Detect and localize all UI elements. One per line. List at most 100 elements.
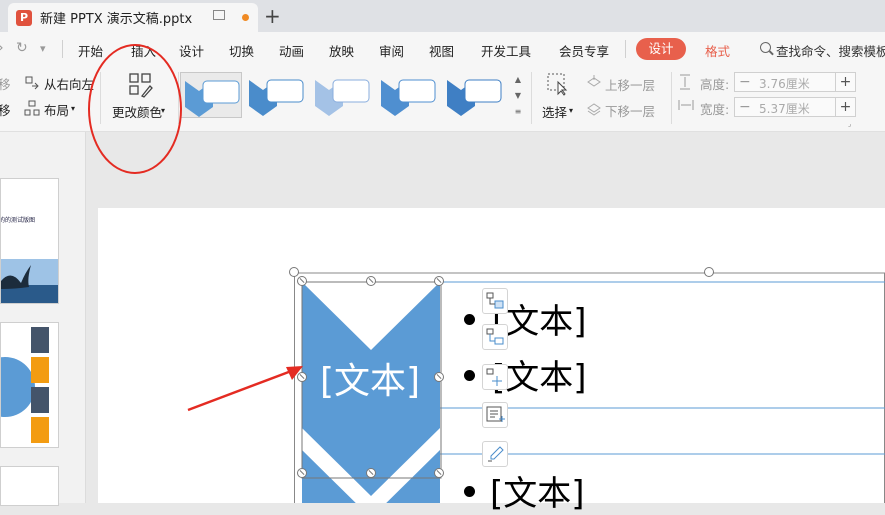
resize-handle[interactable] xyxy=(366,276,376,286)
brush-icon xyxy=(488,446,504,462)
menu-divider xyxy=(62,40,63,58)
move-icon xyxy=(486,368,502,386)
right-to-left-button[interactable]: 从右向左 xyxy=(44,74,94,93)
annotation-arrow-icon xyxy=(187,366,303,412)
annotation-circle xyxy=(88,44,182,174)
text-pane-icon xyxy=(486,406,505,422)
chevron-style-thumbnail xyxy=(185,80,240,117)
smartart-design-tab[interactable]: 设计 xyxy=(636,38,686,60)
style-gallery-item[interactable] xyxy=(377,72,439,118)
slide-thumbnail[interactable]: 的的测试版图 xyxy=(0,178,59,304)
resize-handle[interactable] xyxy=(434,468,444,478)
height-field[interactable]: − 3.76厘米 + xyxy=(734,72,856,92)
redo-icon[interactable]: ↻ xyxy=(16,40,28,56)
width-field[interactable]: − 5.37厘米 + xyxy=(734,97,856,117)
resize-handle[interactable] xyxy=(434,276,444,286)
layout-button[interactable]: 布局 xyxy=(44,100,69,119)
window-mode-icon[interactable] xyxy=(213,10,225,20)
add-shape-icon xyxy=(486,292,504,309)
dialog-launcher-icon[interactable]: ⌟ xyxy=(848,120,851,128)
gallery-scroll[interactable]: ▲ ▼ ≡ xyxy=(512,72,524,120)
menu-developer[interactable]: 开发工具 xyxy=(481,41,531,60)
unsaved-dot-icon xyxy=(242,14,249,21)
bullet-icon xyxy=(464,486,475,497)
promote-icon xyxy=(486,328,504,345)
dropdown-arrow-icon[interactable]: › xyxy=(0,40,4,56)
width-icon xyxy=(678,100,694,110)
style-gallery-item[interactable] xyxy=(311,72,373,118)
chevron-style-thumbnail xyxy=(381,79,436,116)
whale-image xyxy=(1,259,58,303)
bullet-icon xyxy=(464,370,475,381)
bullet-icon xyxy=(464,314,475,325)
wps-presentation-icon: P xyxy=(16,9,32,26)
layout-icon xyxy=(24,100,40,116)
menu-view[interactable]: 视图 xyxy=(429,41,454,60)
height-minus-button[interactable]: − xyxy=(739,73,751,91)
menu-home[interactable]: 开始 xyxy=(78,41,103,60)
menu-design[interactable]: 设计 xyxy=(179,41,204,60)
resize-handle[interactable] xyxy=(366,468,376,478)
width-minus-button[interactable]: − xyxy=(739,98,751,116)
bring-forward-button[interactable]: 上移一层 xyxy=(605,75,655,94)
menu-transition[interactable]: 切换 xyxy=(229,41,254,60)
menu-slideshow[interactable]: 放映 xyxy=(329,41,354,60)
select-button[interactable]: 选择 xyxy=(542,102,567,121)
promote-button[interactable] xyxy=(482,324,508,350)
width-label: 宽度: xyxy=(700,102,730,117)
slide-thumbnail[interactable] xyxy=(0,466,59,506)
ribbon-divider xyxy=(531,72,532,124)
resize-handle[interactable] xyxy=(297,276,307,286)
height-plus-button[interactable]: + xyxy=(835,72,855,92)
layout-change-button[interactable] xyxy=(482,364,508,390)
menu-animation[interactable]: 动画 xyxy=(279,41,304,60)
gallery-more-icon[interactable]: ≡ xyxy=(512,104,524,120)
quick-access-chevron-icon[interactable]: ▾ xyxy=(40,42,46,55)
resize-handle[interactable] xyxy=(704,267,714,277)
add-shape-button[interactable] xyxy=(482,288,508,314)
command-search[interactable]: 查找命令、搜索模板 xyxy=(776,41,885,60)
height-value[interactable]: 3.76厘米 xyxy=(759,75,810,92)
send-backward-icon xyxy=(587,103,601,116)
menu-divider xyxy=(625,40,626,58)
bullet-text-3[interactable]: [文本] xyxy=(490,466,585,515)
width-plus-button[interactable]: + xyxy=(835,97,855,117)
layout-dropdown-icon[interactable]: ▾ xyxy=(71,104,75,113)
select-icon xyxy=(547,73,568,96)
partial-button-bottom[interactable]: 移 xyxy=(0,100,11,119)
chevron-style-thumbnail xyxy=(447,79,502,116)
style-gallery-item[interactable] xyxy=(443,72,505,118)
gallery-down-icon[interactable]: ▼ xyxy=(512,88,524,104)
shapes-slide-preview xyxy=(1,327,49,443)
thumbnail-caption: 的的测试版图 xyxy=(0,217,36,224)
text-pane-button[interactable] xyxy=(482,402,508,428)
smartart-format-tab[interactable]: 格式 xyxy=(705,41,730,60)
width-value[interactable]: 5.37厘米 xyxy=(759,100,810,117)
style-brush-button[interactable] xyxy=(482,441,508,467)
right-to-left-icon xyxy=(25,76,39,90)
slide-thumbnail-panel: 的的测试版图 xyxy=(0,132,86,506)
menu-member[interactable]: 会员专享 xyxy=(559,41,609,60)
send-backward-button[interactable]: 下移一层 xyxy=(605,101,655,120)
slide-thumbnail[interactable] xyxy=(0,322,59,448)
resize-handle[interactable] xyxy=(289,267,299,277)
style-gallery-item[interactable] xyxy=(180,72,242,118)
partial-button-top[interactable]: 移 xyxy=(0,74,11,93)
ribbon-divider xyxy=(671,72,672,124)
chevron-shape-text[interactable]: [文本] xyxy=(320,352,420,404)
chevron-style-thumbnail xyxy=(249,79,304,116)
height-icon xyxy=(680,74,690,90)
title-bar: P 新建 PPTX 演示文稿.pptx + xyxy=(0,0,885,32)
document-title: 新建 PPTX 演示文稿.pptx xyxy=(40,12,193,27)
chevron-style-thumbnail xyxy=(315,79,370,116)
menu-review[interactable]: 审阅 xyxy=(379,41,404,60)
resize-handle[interactable] xyxy=(297,468,307,478)
search-icon xyxy=(760,42,771,53)
new-tab-plus-icon[interactable]: + xyxy=(264,4,281,28)
document-tab[interactable]: P 新建 PPTX 演示文稿.pptx xyxy=(8,3,258,32)
height-label: 高度: xyxy=(700,77,730,92)
resize-handle[interactable] xyxy=(434,372,444,382)
gallery-up-icon[interactable]: ▲ xyxy=(512,72,524,88)
style-gallery-item[interactable] xyxy=(245,72,307,118)
select-dropdown-icon[interactable]: ▾ xyxy=(569,106,573,115)
